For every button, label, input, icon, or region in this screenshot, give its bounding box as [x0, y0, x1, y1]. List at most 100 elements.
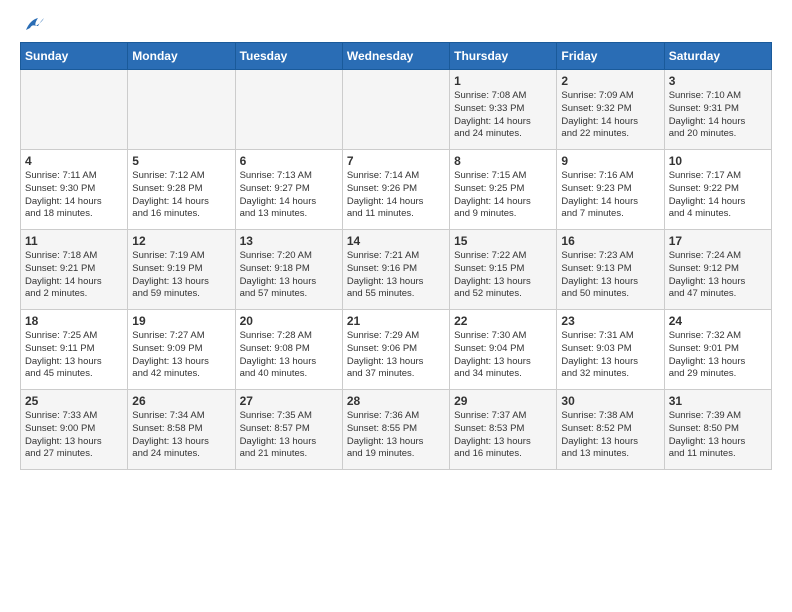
calendar-cell: 18 Sunrise: 7:25 AM Sunset: 9:11 PM Dayli…	[21, 310, 128, 390]
day-info: Sunrise: 7:33 AM Sunset: 9:00 PM Dayligh…	[25, 410, 123, 461]
day-number: 26	[132, 394, 230, 408]
calendar-cell: 17 Sunrise: 7:24 AM Sunset: 9:12 PM Dayli…	[664, 230, 771, 310]
calendar-cell: 7 Sunrise: 7:14 AM Sunset: 9:26 PM Daylig…	[342, 150, 449, 230]
day-info: Sunrise: 7:10 AM Sunset: 9:31 PM Dayligh…	[669, 90, 767, 141]
day-number: 11	[25, 234, 123, 248]
calendar-cell: 21 Sunrise: 7:29 AM Sunset: 9:06 PM Dayli…	[342, 310, 449, 390]
day-info: Sunrise: 7:30 AM Sunset: 9:04 PM Dayligh…	[454, 330, 552, 381]
day-number: 15	[454, 234, 552, 248]
calendar-cell: 4Sunrise: 7:11 AM Sunset: 9:30 PM Daylig…	[21, 150, 128, 230]
week-row-5: 25Sunrise: 7:33 AM Sunset: 9:00 PM Dayli…	[21, 390, 772, 470]
calendar-cell: 11 Sunrise: 7:18 AM Sunset: 9:21 PM Dayli…	[21, 230, 128, 310]
day-number: 21	[347, 314, 445, 328]
calendar-cell: 14 Sunrise: 7:21 AM Sunset: 9:16 PM Dayli…	[342, 230, 449, 310]
day-number: 20	[240, 314, 338, 328]
calendar-cell	[342, 70, 449, 150]
calendar-table: SundayMondayTuesdayWednesdayThursdayFrid…	[20, 42, 772, 470]
day-number: 30	[561, 394, 659, 408]
day-info: Sunrise: 7:37 AM Sunset: 8:53 PM Dayligh…	[454, 410, 552, 461]
day-number: 31	[669, 394, 767, 408]
day-info: Sunrise: 7:17 AM Sunset: 9:22 PM Dayligh…	[669, 170, 767, 221]
calendar-cell: 12 Sunrise: 7:19 AM Sunset: 9:19 PM Dayli…	[128, 230, 235, 310]
week-row-1: 1Sunrise: 7:08 AM Sunset: 9:33 PM Daylig…	[21, 70, 772, 150]
day-info: Sunrise: 7:08 AM Sunset: 9:33 PM Dayligh…	[454, 90, 552, 141]
day-number: 12	[132, 234, 230, 248]
week-row-2: 4Sunrise: 7:11 AM Sunset: 9:30 PM Daylig…	[21, 150, 772, 230]
weekday-header-friday: Friday	[557, 43, 664, 70]
day-info: Sunrise: 7:25 AM Sunset: 9:11 PM Dayligh…	[25, 330, 123, 381]
calendar-cell: 8 Sunrise: 7:15 AM Sunset: 9:25 PM Daylig…	[450, 150, 557, 230]
day-info: Sunrise: 7:21 AM Sunset: 9:16 PM Dayligh…	[347, 250, 445, 301]
calendar-cell: 30 Sunrise: 7:38 AM Sunset: 8:52 PM Dayli…	[557, 390, 664, 470]
weekday-header-tuesday: Tuesday	[235, 43, 342, 70]
header	[20, 16, 772, 34]
day-number: 6	[240, 154, 338, 168]
day-number: 10	[669, 154, 767, 168]
day-info: Sunrise: 7:19 AM Sunset: 9:19 PM Dayligh…	[132, 250, 230, 301]
day-number: 18	[25, 314, 123, 328]
day-info: Sunrise: 7:12 AM Sunset: 9:28 PM Dayligh…	[132, 170, 230, 221]
calendar-cell: 1Sunrise: 7:08 AM Sunset: 9:33 PM Daylig…	[450, 70, 557, 150]
calendar-cell: 6 Sunrise: 7:13 AM Sunset: 9:27 PM Daylig…	[235, 150, 342, 230]
weekday-header-row: SundayMondayTuesdayWednesdayThursdayFrid…	[21, 43, 772, 70]
day-info: Sunrise: 7:29 AM Sunset: 9:06 PM Dayligh…	[347, 330, 445, 381]
week-row-3: 11 Sunrise: 7:18 AM Sunset: 9:21 PM Dayli…	[21, 230, 772, 310]
day-number: 8	[454, 154, 552, 168]
calendar-cell: 10 Sunrise: 7:17 AM Sunset: 9:22 PM Dayli…	[664, 150, 771, 230]
calendar-cell: 26 Sunrise: 7:34 AM Sunset: 8:58 PM Dayli…	[128, 390, 235, 470]
day-info: Sunrise: 7:09 AM Sunset: 9:32 PM Dayligh…	[561, 90, 659, 141]
weekday-header-sunday: Sunday	[21, 43, 128, 70]
day-info: Sunrise: 7:39 AM Sunset: 8:50 PM Dayligh…	[669, 410, 767, 461]
day-number: 24	[669, 314, 767, 328]
calendar-cell: 27 Sunrise: 7:35 AM Sunset: 8:57 PM Dayli…	[235, 390, 342, 470]
calendar-cell: 5 Sunrise: 7:12 AM Sunset: 9:28 PM Daylig…	[128, 150, 235, 230]
day-number: 3	[669, 74, 767, 88]
day-info: Sunrise: 7:18 AM Sunset: 9:21 PM Dayligh…	[25, 250, 123, 301]
calendar-cell: 22 Sunrise: 7:30 AM Sunset: 9:04 PM Dayli…	[450, 310, 557, 390]
calendar-cell: 23 Sunrise: 7:31 AM Sunset: 9:03 PM Dayli…	[557, 310, 664, 390]
day-number: 5	[132, 154, 230, 168]
day-number: 29	[454, 394, 552, 408]
day-info: Sunrise: 7:31 AM Sunset: 9:03 PM Dayligh…	[561, 330, 659, 381]
day-info: Sunrise: 7:36 AM Sunset: 8:55 PM Dayligh…	[347, 410, 445, 461]
weekday-header-saturday: Saturday	[664, 43, 771, 70]
day-number: 19	[132, 314, 230, 328]
day-number: 27	[240, 394, 338, 408]
weekday-header-wednesday: Wednesday	[342, 43, 449, 70]
day-info: Sunrise: 7:38 AM Sunset: 8:52 PM Dayligh…	[561, 410, 659, 461]
day-info: Sunrise: 7:35 AM Sunset: 8:57 PM Dayligh…	[240, 410, 338, 461]
day-info: Sunrise: 7:22 AM Sunset: 9:15 PM Dayligh…	[454, 250, 552, 301]
logo-bird-icon	[24, 16, 46, 34]
day-number: 9	[561, 154, 659, 168]
day-info: Sunrise: 7:23 AM Sunset: 9:13 PM Dayligh…	[561, 250, 659, 301]
calendar-cell: 3 Sunrise: 7:10 AM Sunset: 9:31 PM Daylig…	[664, 70, 771, 150]
day-info: Sunrise: 7:15 AM Sunset: 9:25 PM Dayligh…	[454, 170, 552, 221]
day-number: 13	[240, 234, 338, 248]
day-info: Sunrise: 7:13 AM Sunset: 9:27 PM Dayligh…	[240, 170, 338, 221]
day-number: 4	[25, 154, 123, 168]
calendar-cell: 24 Sunrise: 7:32 AM Sunset: 9:01 PM Dayli…	[664, 310, 771, 390]
calendar-cell: 19Sunrise: 7:27 AM Sunset: 9:09 PM Dayli…	[128, 310, 235, 390]
day-number: 14	[347, 234, 445, 248]
calendar-cell	[21, 70, 128, 150]
weekday-header-monday: Monday	[128, 43, 235, 70]
day-info: Sunrise: 7:16 AM Sunset: 9:23 PM Dayligh…	[561, 170, 659, 221]
day-number: 23	[561, 314, 659, 328]
weekday-header-thursday: Thursday	[450, 43, 557, 70]
calendar-cell: 25Sunrise: 7:33 AM Sunset: 9:00 PM Dayli…	[21, 390, 128, 470]
calendar-cell: 20 Sunrise: 7:28 AM Sunset: 9:08 PM Dayli…	[235, 310, 342, 390]
day-number: 16	[561, 234, 659, 248]
day-info: Sunrise: 7:32 AM Sunset: 9:01 PM Dayligh…	[669, 330, 767, 381]
day-info: Sunrise: 7:24 AM Sunset: 9:12 PM Dayligh…	[669, 250, 767, 301]
day-number: 2	[561, 74, 659, 88]
calendar-cell: 16 Sunrise: 7:23 AM Sunset: 9:13 PM Dayli…	[557, 230, 664, 310]
day-info: Sunrise: 7:14 AM Sunset: 9:26 PM Dayligh…	[347, 170, 445, 221]
day-number: 17	[669, 234, 767, 248]
day-info: Sunrise: 7:34 AM Sunset: 8:58 PM Dayligh…	[132, 410, 230, 461]
week-row-4: 18 Sunrise: 7:25 AM Sunset: 9:11 PM Dayli…	[21, 310, 772, 390]
day-number: 7	[347, 154, 445, 168]
day-info: Sunrise: 7:28 AM Sunset: 9:08 PM Dayligh…	[240, 330, 338, 381]
calendar-cell: 9 Sunrise: 7:16 AM Sunset: 9:23 PM Daylig…	[557, 150, 664, 230]
day-number: 22	[454, 314, 552, 328]
calendar-cell: 28Sunrise: 7:36 AM Sunset: 8:55 PM Dayli…	[342, 390, 449, 470]
